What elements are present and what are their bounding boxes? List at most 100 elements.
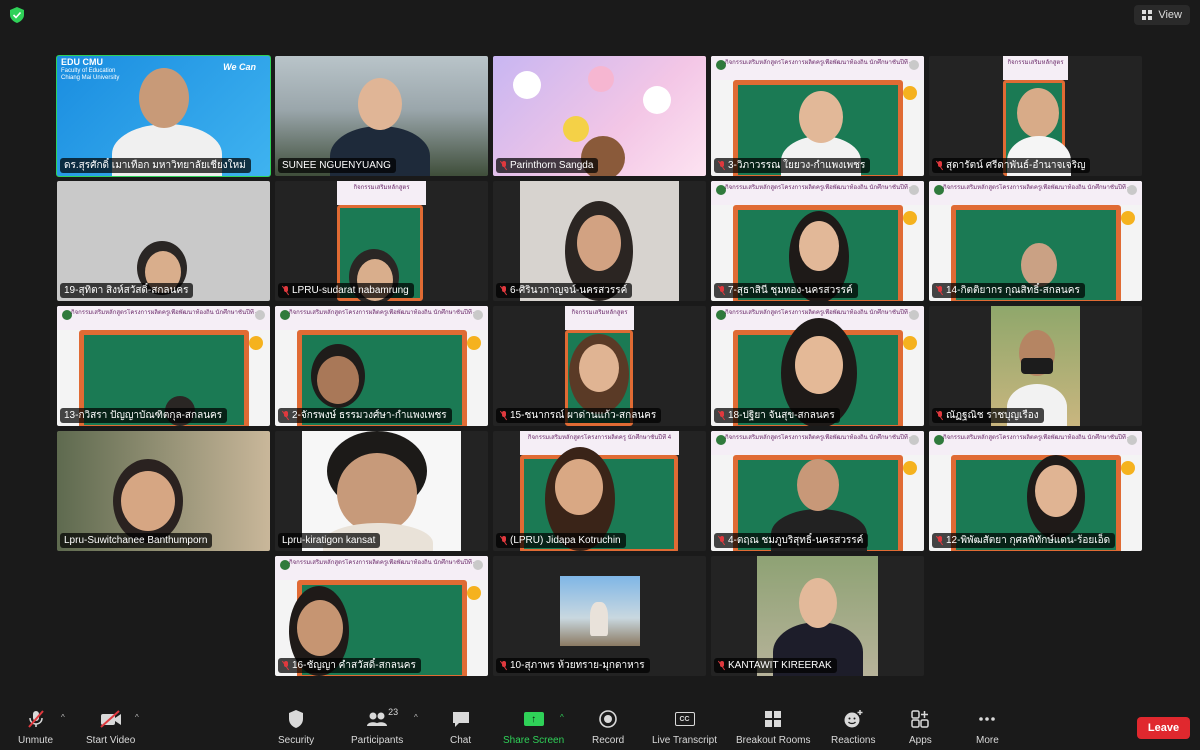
- video-tile[interactable]: กิจกรรมเสริมหลักสูตรโครงการผลิตครูเพื่อพ…: [57, 306, 270, 426]
- chat-label: Chat: [450, 735, 472, 746]
- video-tile[interactable]: กิจกรรมเสริมหลักสูตรโครงการผลิตครูเพื่อพ…: [275, 556, 488, 676]
- mic-muted-icon: [282, 286, 289, 295]
- participant-name-tag: Lpru-Suwitchanee Banthumporn: [60, 533, 213, 548]
- video-tile[interactable]: กิจกรรมเสริมหลักสูตรโครงการผลิตครูเพื่อพ…: [711, 431, 924, 551]
- chat-bubble-icon: [452, 712, 469, 727]
- smiley-plus-icon: [844, 710, 863, 728]
- video-tile[interactable]: กิจกรรมเสริมหลักสูตรโครงการผลิตครูเพื่อพ…: [711, 181, 924, 301]
- more-label: More: [976, 735, 999, 746]
- video-tile[interactable]: Parinthorn Sangda: [493, 56, 706, 176]
- participants-label: Participants: [351, 735, 404, 746]
- mic-muted-icon: [500, 536, 507, 545]
- mic-muted-icon: [718, 161, 725, 170]
- mic-muted-icon: [936, 161, 943, 170]
- reactions-label: Reactions: [831, 735, 876, 746]
- video-tile[interactable]: กิจกรรมเสริมหลักสูตรโครงการผลิตครูเพื่อพ…: [275, 306, 488, 426]
- mic-muted-icon: [282, 411, 289, 420]
- breakout-rooms-icon: [765, 711, 782, 727]
- participant-name-tag: 7-สุธาสินี ชุมทอง-นครสวรรค์: [714, 283, 858, 298]
- participant-name-tag: 15-ชนากรณ์ ผาด่านแก้ว-สกลนคร: [496, 408, 662, 423]
- video-tile[interactable]: Lpru-Suwitchanee Banthumporn: [57, 431, 270, 551]
- unmute-label: Unmute: [18, 735, 54, 746]
- participant-name-tag: สุดารัตน์ ศรีดาพันธ์-อำนาจเจริญ: [932, 158, 1091, 173]
- participant-name-tag: 18-ปฐิยา จันสุข-สกลนคร: [714, 408, 840, 423]
- shield-icon: [289, 710, 304, 728]
- share-options-caret[interactable]: ^: [560, 713, 564, 722]
- video-tile[interactable]: กิจกรรมเสริมหลักสูตร สุดารัตน์ ศรีดาพันธ…: [929, 56, 1142, 176]
- mic-muted-icon: [282, 661, 289, 670]
- participants-button[interactable]: 23 Participants: [351, 707, 404, 746]
- share-screen-label: Share Screen: [503, 735, 565, 746]
- participant-name-tag: (LPRU) Jidapa Kotruchin: [496, 533, 626, 548]
- video-camera-off-icon: [99, 710, 121, 728]
- meeting-controls: Unmute ^ Start Video ^ Security 23 Parti…: [0, 705, 1200, 750]
- mic-muted-icon: [936, 411, 943, 420]
- share-screen-icon: ↑: [523, 712, 544, 726]
- more-button[interactable]: More: [976, 709, 999, 746]
- security-button[interactable]: Security: [278, 709, 314, 746]
- mic-muted-icon: [500, 661, 507, 670]
- video-tile[interactable]: กิจกรรมเสริมหลักสูตรโครงการผลิตครูเพื่อพ…: [929, 431, 1142, 551]
- video-tile[interactable]: 19-สุทิตา สิงห์สวัสดิ์-สกลนคร: [57, 181, 270, 301]
- participant-name-tag: 10-สุภาพร ห้วยทราย-มุกดาหาร: [496, 658, 650, 673]
- video-tile[interactable]: SUNEE NGUENYUANG: [275, 56, 488, 176]
- top-bar: View: [0, 0, 1200, 30]
- video-tile[interactable]: กิจกรรมเสริมหลักสูตรโครงการผลิตครูเพื่อพ…: [711, 306, 924, 426]
- video-tile[interactable]: กิจกรรมเสริมหลักสูตร 15-ชนากรณ์ ผาด่านแก…: [493, 306, 706, 426]
- reactions-button[interactable]: Reactions: [831, 709, 875, 746]
- record-button[interactable]: Record: [592, 709, 624, 746]
- apps-label: Apps: [909, 735, 932, 746]
- participant-name-tag: 19-สุทิตา สิงห์สวัสดิ์-สกลนคร: [60, 283, 194, 298]
- video-tile[interactable]: กิจกรรมเสริมหลักสูตรโครงการผลิตครูเพื่อพ…: [929, 181, 1142, 301]
- edu-cmu-logo: EDU CMU Faculty of Education Chiang Mai …: [61, 57, 120, 82]
- mic-muted-icon: [500, 286, 507, 295]
- grid-icon: [1142, 10, 1153, 20]
- participant-name-tag: KANTAWIT KIREERAK: [714, 658, 837, 673]
- view-label: View: [1158, 9, 1182, 21]
- mic-muted-icon: [500, 161, 507, 170]
- participants-icon: [367, 712, 388, 726]
- video-tile[interactable]: กิจกรรมเสริมหลักสูตรโครงการผลิตครู นักศึ…: [493, 431, 706, 551]
- video-options-caret[interactable]: ^: [135, 713, 139, 722]
- slogan-text: We Can: [223, 62, 256, 72]
- participant-name-tag: 4-ตฤณ ชมภูบริสุทธิ์-นครสวรรค์: [714, 533, 869, 548]
- video-tile[interactable]: กิจกรรมเสริมหลักสูตร LPRU-sudarat nabamr…: [275, 181, 488, 301]
- participant-name-tag: SUNEE NGUENYUANG: [278, 158, 396, 173]
- unmute-button[interactable]: Unmute: [18, 709, 53, 746]
- participant-name-tag: LPRU-sudarat nabamrung: [278, 283, 414, 298]
- share-screen-button[interactable]: ↑ Share Screen: [503, 709, 564, 746]
- mic-muted-icon: [718, 661, 725, 670]
- video-tile[interactable]: Lpru-kiratigon kansat: [275, 431, 488, 551]
- mic-muted-icon: [718, 286, 725, 295]
- participants-options-caret[interactable]: ^: [414, 713, 418, 722]
- video-tile[interactable]: ณัฏฐณิช ราชบุญเรือง: [929, 306, 1142, 426]
- participant-name-tag: 13-กวิสรา ปัญญาบัณฑิตกุล-สกลนคร: [60, 408, 228, 423]
- participant-name-tag: 12-พิพัฒสัตยา กุศลพิทักษ์แดน-ร้อยเอ็ด: [932, 533, 1116, 548]
- participant-name-tag: 2-จักรพงษ์ ธรรมวงศ์ษา-กำแพงเพชร: [278, 408, 452, 423]
- microphone-muted-icon: [27, 710, 44, 728]
- participants-count: 23: [388, 707, 399, 717]
- start-video-button[interactable]: Start Video: [86, 709, 135, 746]
- video-tile[interactable]: 6-ศิรินวกาญจน์-นครสวรรค์: [493, 181, 706, 301]
- breakout-rooms-button[interactable]: Breakout Rooms: [736, 709, 810, 746]
- view-button[interactable]: View: [1134, 5, 1190, 25]
- mic-muted-icon: [500, 411, 507, 420]
- apps-button[interactable]: Apps: [909, 709, 932, 746]
- shield-check-icon[interactable]: [10, 7, 24, 23]
- mic-muted-icon: [936, 536, 943, 545]
- audio-options-caret[interactable]: ^: [61, 713, 65, 722]
- chat-button[interactable]: Chat: [450, 709, 471, 746]
- participant-name-tag: Lpru-kiratigon kansat: [278, 533, 381, 548]
- more-dots-icon: [979, 717, 996, 721]
- live-transcript-label: Live Transcript: [652, 735, 718, 746]
- video-tile[interactable]: กิจกรรมเสริมหลักสูตรโครงการผลิตครูเพื่อพ…: [711, 56, 924, 176]
- video-tile[interactable]: 10-สุภาพร ห้วยทราย-มุกดาหาร: [493, 556, 706, 676]
- video-tile[interactable]: KANTAWIT KIREERAK: [711, 556, 924, 676]
- live-transcript-button[interactable]: CC Live Transcript: [652, 709, 717, 746]
- video-tile-active-speaker[interactable]: EDU CMU Faculty of Education Chiang Mai …: [56, 55, 271, 177]
- leave-button[interactable]: Leave: [1137, 717, 1190, 739]
- breakout-rooms-label: Breakout Rooms: [736, 735, 811, 746]
- participant-name-tag: 14-กิตติยากร กุณสิทธิ์-สกลนคร: [932, 283, 1085, 298]
- record-icon: [599, 710, 617, 728]
- mic-muted-icon: [718, 411, 725, 420]
